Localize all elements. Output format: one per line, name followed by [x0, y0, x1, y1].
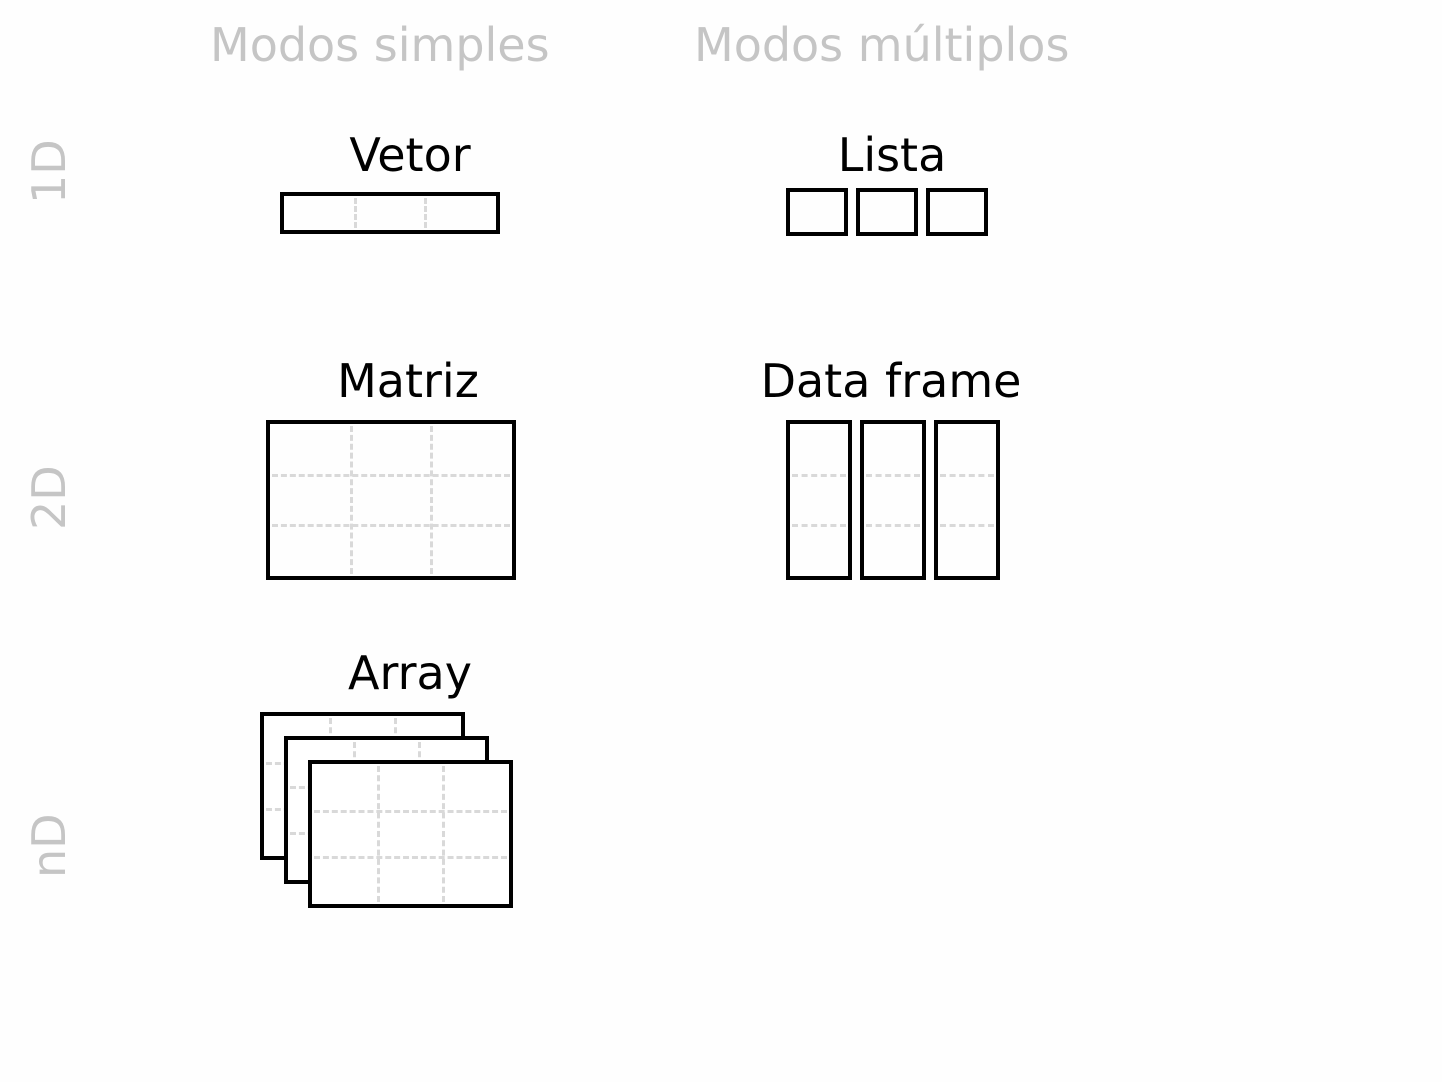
row-header-1d: 1D — [22, 139, 76, 204]
diagram-vector — [280, 192, 500, 234]
label-list: Lista — [812, 128, 972, 182]
column-header-simple: Modos simples — [210, 18, 550, 72]
diagram-array — [260, 712, 530, 932]
label-array: Array — [330, 646, 490, 700]
diagram-dataframe — [786, 420, 1000, 580]
diagram-matrix — [266, 420, 516, 580]
row-header-2d: 2D — [22, 465, 76, 530]
diagram-list — [786, 188, 988, 236]
column-header-multiple: Modos múltiplos — [694, 18, 1069, 72]
label-vector: Vetor — [330, 128, 490, 182]
row-header-nd: nD — [22, 813, 76, 878]
label-matrix: Matriz — [318, 354, 498, 408]
label-dataframe: Data frame — [756, 354, 1026, 408]
